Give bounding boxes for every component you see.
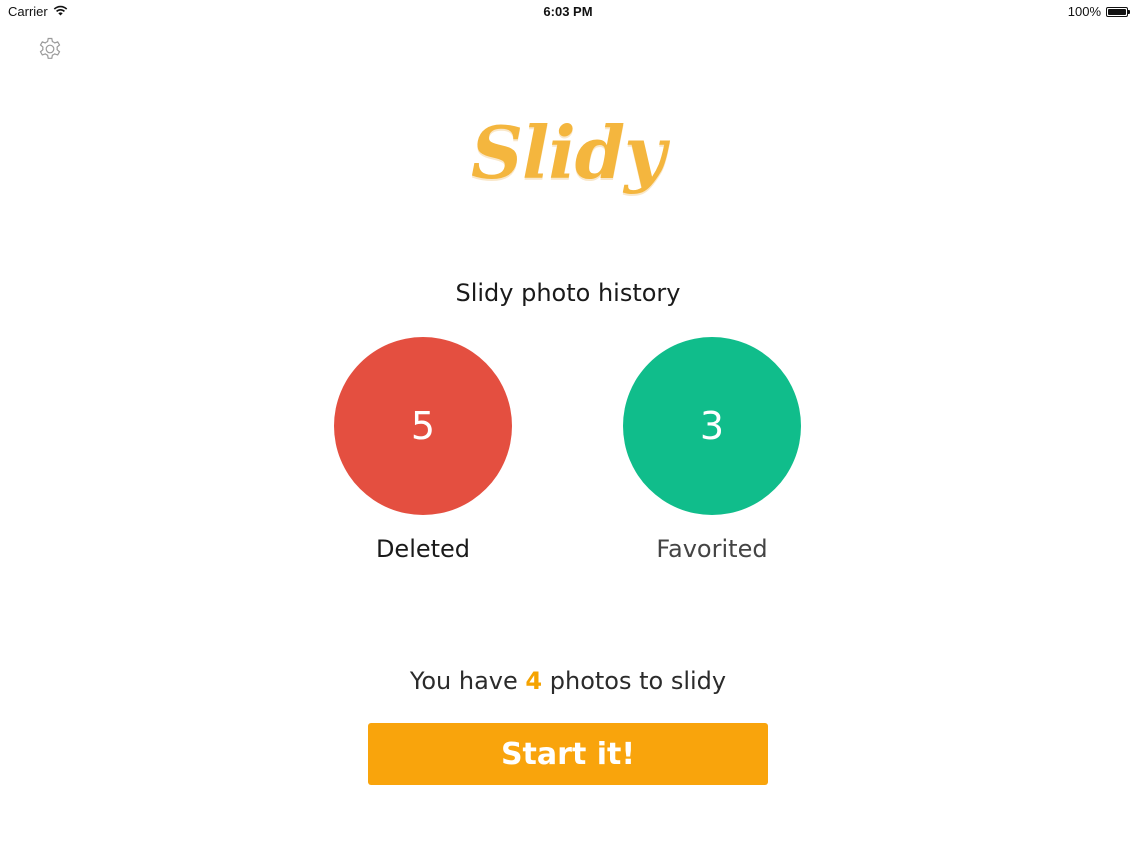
deleted-stat[interactable]: 5 Deleted <box>334 337 512 563</box>
deleted-count: 5 <box>410 404 436 448</box>
settings-button[interactable] <box>35 36 65 66</box>
photos-suffix: photos to slidy <box>549 667 727 695</box>
gear-icon <box>36 35 64 67</box>
battery-percent: 100% <box>1067 4 1101 19</box>
status-time: 6:03 PM <box>543 4 593 19</box>
status-bar: Carrier 6:03 PM 100% <box>0 0 1136 24</box>
photos-prefix: You have <box>409 667 518 695</box>
start-button[interactable]: Start it! <box>368 723 768 785</box>
battery-icon <box>1106 6 1130 17</box>
photos-count: 4 <box>525 667 543 695</box>
status-right: 100% <box>1067 4 1130 19</box>
start-button-label: Start it! <box>500 736 636 772</box>
photos-remaining-text: You have 4 photos to slidy <box>0 667 1136 695</box>
favorited-count-circle[interactable]: 3 <box>623 337 801 515</box>
battery-fill <box>1108 8 1126 15</box>
deleted-count-circle[interactable]: 5 <box>334 337 512 515</box>
app-logo: Slidy <box>471 110 666 195</box>
favorited-label: Favorited <box>656 535 768 563</box>
favorited-count: 3 <box>699 404 725 448</box>
history-title: Slidy photo history <box>455 279 681 307</box>
deleted-label: Deleted <box>375 535 471 563</box>
favorited-stat[interactable]: 3 Favorited <box>623 337 801 563</box>
